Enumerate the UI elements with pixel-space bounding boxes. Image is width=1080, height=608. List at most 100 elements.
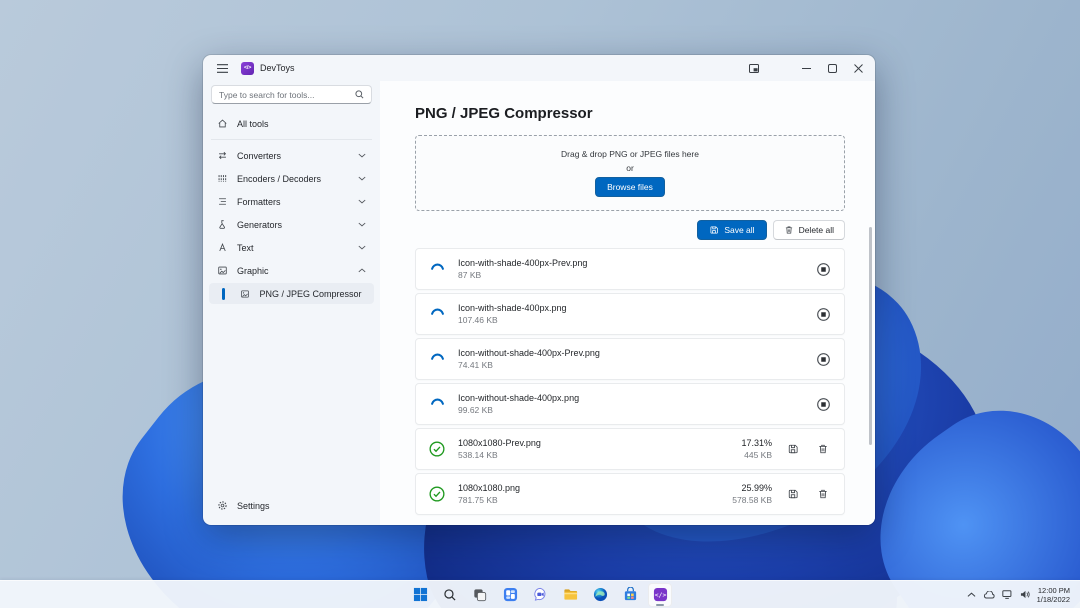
sidebar-item-converters[interactable]: Converters [209, 145, 374, 166]
delete-all-button[interactable]: Delete all [773, 220, 845, 240]
tool-search-input[interactable]: Type to search for tools... [211, 85, 372, 104]
file-size: 74.41 KB [458, 359, 802, 371]
store-taskbar-icon[interactable] [618, 583, 642, 607]
titlebar: </> DevToys [203, 55, 875, 81]
taskbar-clock[interactable]: 12:00 PM 1/18/2022 [1037, 586, 1070, 604]
file-list: Icon-with-shade-400px-Prev.png87 KBIcon-… [415, 248, 845, 515]
minimize-button[interactable] [793, 55, 819, 81]
success-check-icon [428, 440, 446, 458]
home-icon [217, 118, 228, 129]
chevron-up-icon[interactable] [358, 268, 366, 273]
content-pane: PNG / JPEG Compressor Drag & drop PNG or… [380, 81, 875, 525]
encoder-icon [217, 173, 228, 184]
desktop: </> DevToys Type to search [0, 0, 1080, 608]
file-name: 1080x1080-Prev.png [458, 437, 729, 449]
sidebar-item-label: Encoders / Decoders [237, 174, 321, 184]
sidebar-item-label: Converters [237, 151, 281, 161]
file-row: 1080x1080-Prev.png538.14 KB 17.31%445 KB [415, 428, 845, 470]
close-button[interactable] [845, 55, 871, 81]
clock-time: 12:00 PM [1037, 586, 1070, 595]
volume-icon[interactable] [1020, 590, 1030, 599]
clock-date: 1/18/2022 [1037, 595, 1070, 604]
tray-chevron-up-icon[interactable] [967, 592, 976, 598]
progress-spinner-icon [428, 305, 446, 323]
sidebar-item-generators[interactable]: Generators [209, 214, 374, 235]
task-view-taskbar-icon[interactable] [468, 583, 492, 607]
sidebar-item-label: Settings [237, 501, 270, 511]
text-icon [217, 242, 228, 253]
sidebar-item-encoders-decoders[interactable]: Encoders / Decoders [209, 168, 374, 189]
onedrive-cloud-icon[interactable] [983, 591, 995, 599]
progress-spinner-icon [428, 395, 446, 413]
file-explorer-taskbar-icon[interactable] [558, 583, 582, 607]
save-file-button[interactable] [784, 440, 802, 458]
delete-file-button[interactable] [814, 485, 832, 503]
chat-taskbar-icon[interactable] [528, 583, 552, 607]
scrollbar[interactable] [869, 227, 872, 445]
chevron-down-icon[interactable] [358, 176, 366, 181]
compression-percent: 25.99% [732, 482, 772, 494]
browse-files-button[interactable]: Browse files [595, 177, 665, 197]
sidebar-item-png-jpeg-compressor[interactable]: PNG / JPEG Compressor [209, 283, 374, 304]
compressed-size: 578.58 KB [732, 494, 772, 506]
dropzone-separator: or [626, 163, 634, 173]
selection-indicator [222, 288, 225, 300]
file-name: Icon-without-shade-400px-Prev.png [458, 347, 802, 359]
converter-icon [217, 150, 228, 161]
sidebar-item-label: PNG / JPEG Compressor [260, 289, 362, 299]
trash-icon [784, 225, 794, 235]
sidebar: Type to search for tools... All tools Co… [203, 81, 380, 525]
svg-text:</>: </> [654, 591, 666, 599]
sidebar-item-formatters[interactable]: Formatters [209, 191, 374, 212]
page-title: PNG / JPEG Compressor [415, 105, 845, 123]
start-taskbar-icon[interactable] [408, 583, 432, 607]
search-icon[interactable] [355, 86, 364, 104]
cancel-compression-button[interactable] [814, 395, 832, 413]
compression-percent: 17.31% [741, 437, 772, 449]
compact-overlay-icon[interactable] [741, 55, 767, 81]
search-taskbar-icon[interactable] [438, 583, 462, 607]
edge-taskbar-icon[interactable] [588, 583, 612, 607]
chevron-down-icon[interactable] [358, 245, 366, 250]
cancel-compression-button[interactable] [814, 350, 832, 368]
save-file-button[interactable] [784, 485, 802, 503]
file-name: Icon-without-shade-400px.png [458, 392, 802, 404]
save-all-button[interactable]: Save all [697, 220, 766, 240]
delete-file-button[interactable] [814, 440, 832, 458]
file-size: 99.62 KB [458, 404, 802, 416]
file-name: Icon-with-shade-400px.png [458, 302, 802, 314]
network-icon[interactable] [1002, 590, 1013, 599]
file-size: 781.75 KB [458, 494, 720, 506]
sidebar-item-label: Text [237, 243, 254, 253]
devtoys-logo-icon: </> [241, 62, 254, 75]
compressed-size: 445 KB [741, 449, 772, 461]
dropzone-instruction: Drag & drop PNG or JPEG files here [561, 149, 699, 159]
sidebar-nav: All tools Converters Encoders / Decoders F… [203, 113, 380, 495]
generator-icon [217, 219, 228, 230]
search-placeholder: Type to search for tools... [219, 90, 355, 100]
sidebar-item-label: All tools [237, 119, 269, 129]
file-dropzone[interactable]: Drag & drop PNG or JPEG files here or Br… [415, 135, 845, 211]
sidebar-item-settings[interactable]: Settings [209, 495, 374, 516]
system-tray: 12:00 PM 1/18/2022 [967, 586, 1080, 604]
sidebar-item-all-tools[interactable]: All tools [209, 113, 374, 134]
image-compressor-icon [240, 288, 251, 299]
hamburger-menu-icon[interactable] [211, 55, 233, 81]
widgets-taskbar-icon[interactable] [498, 583, 522, 607]
sidebar-item-label: Formatters [237, 197, 281, 207]
file-size: 538.14 KB [458, 449, 729, 461]
cancel-compression-button[interactable] [814, 305, 832, 323]
progress-spinner-icon [428, 260, 446, 278]
sidebar-item-graphic[interactable]: Graphic [209, 260, 374, 281]
cancel-compression-button[interactable] [814, 260, 832, 278]
devtoys-taskbar-icon[interactable]: </> [648, 583, 672, 607]
maximize-button[interactable] [819, 55, 845, 81]
sidebar-divider [211, 139, 372, 140]
devtoys-window: </> DevToys Type to search [203, 55, 875, 525]
file-size: 107.46 KB [458, 314, 802, 326]
chevron-down-icon[interactable] [358, 222, 366, 227]
sidebar-item-text[interactable]: Text [209, 237, 374, 258]
chevron-down-icon[interactable] [358, 153, 366, 158]
chevron-down-icon[interactable] [358, 199, 366, 204]
file-size: 87 KB [458, 269, 802, 281]
